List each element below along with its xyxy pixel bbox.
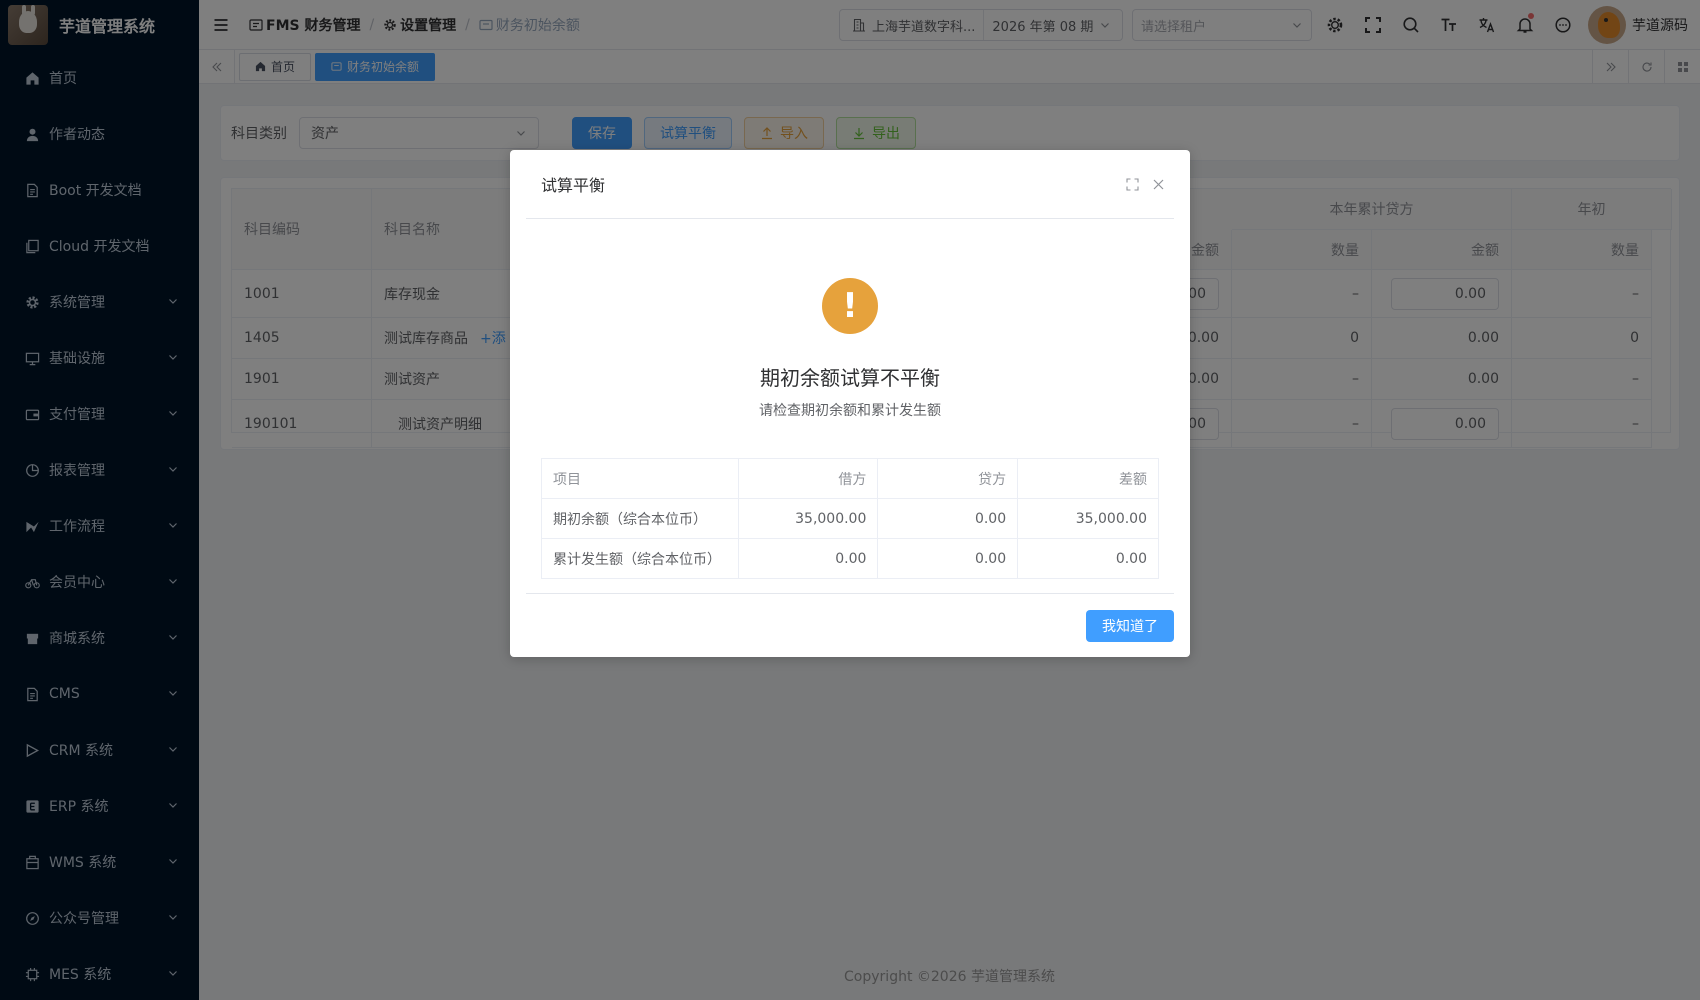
dialog-heading: 期初余额试算不平衡 — [760, 366, 940, 390]
summary-header-row: 项目 借方 贷方 差额 — [541, 458, 1159, 499]
summary-cell-difference: 0.00 — [1017, 538, 1159, 579]
acknowledge-button[interactable]: 我知道了 — [1086, 610, 1174, 642]
summary-header-debit: 借方 — [737, 458, 879, 499]
summary-cell-item: 累计发生额（综合本位币） — [541, 538, 739, 579]
summary-header-difference: 差额 — [1017, 458, 1159, 499]
summary-header-item: 项目 — [541, 458, 739, 499]
summary-table: 项目 借方 贷方 差额 期初余额（综合本位币） 35,000.00 0.00 3… — [541, 458, 1159, 579]
close-icon — [1153, 179, 1163, 189]
fullscreen-icon — [1125, 177, 1139, 191]
close-button[interactable] — [1150, 176, 1166, 192]
summary-cell-debit: 35,000.00 — [737, 498, 879, 539]
summary-cell-difference: 35,000.00 — [1017, 498, 1159, 539]
dialog-title: 试算平衡 — [541, 176, 606, 195]
summary-row: 累计发生额（综合本位币） 0.00 0.00 0.00 — [541, 538, 1159, 579]
summary-cell-item: 期初余额（综合本位币） — [541, 498, 739, 539]
summary-header-credit: 贷方 — [877, 458, 1019, 499]
summary-cell-debit: 0.00 — [737, 538, 879, 579]
maximize-button[interactable] — [1124, 176, 1140, 192]
dialog-actions — [1114, 176, 1166, 192]
summary-cell-credit: 0.00 — [877, 538, 1019, 579]
summary-cell-credit: 0.00 — [877, 498, 1019, 539]
trial-balance-dialog: 试算平衡 ! 期初余额试算不平衡 请检查期初余额和累计发生额 项目 借方 贷方 … — [510, 150, 1190, 657]
summary-row: 期初余额（综合本位币） 35,000.00 0.00 35,000.00 — [541, 498, 1159, 539]
dialog-footer-divider — [526, 593, 1174, 594]
dialog-subtitle: 请检查期初余额和累计发生额 — [759, 403, 941, 419]
warning-icon: ! — [822, 278, 878, 334]
dialog-header: 试算平衡 — [526, 150, 1174, 219]
